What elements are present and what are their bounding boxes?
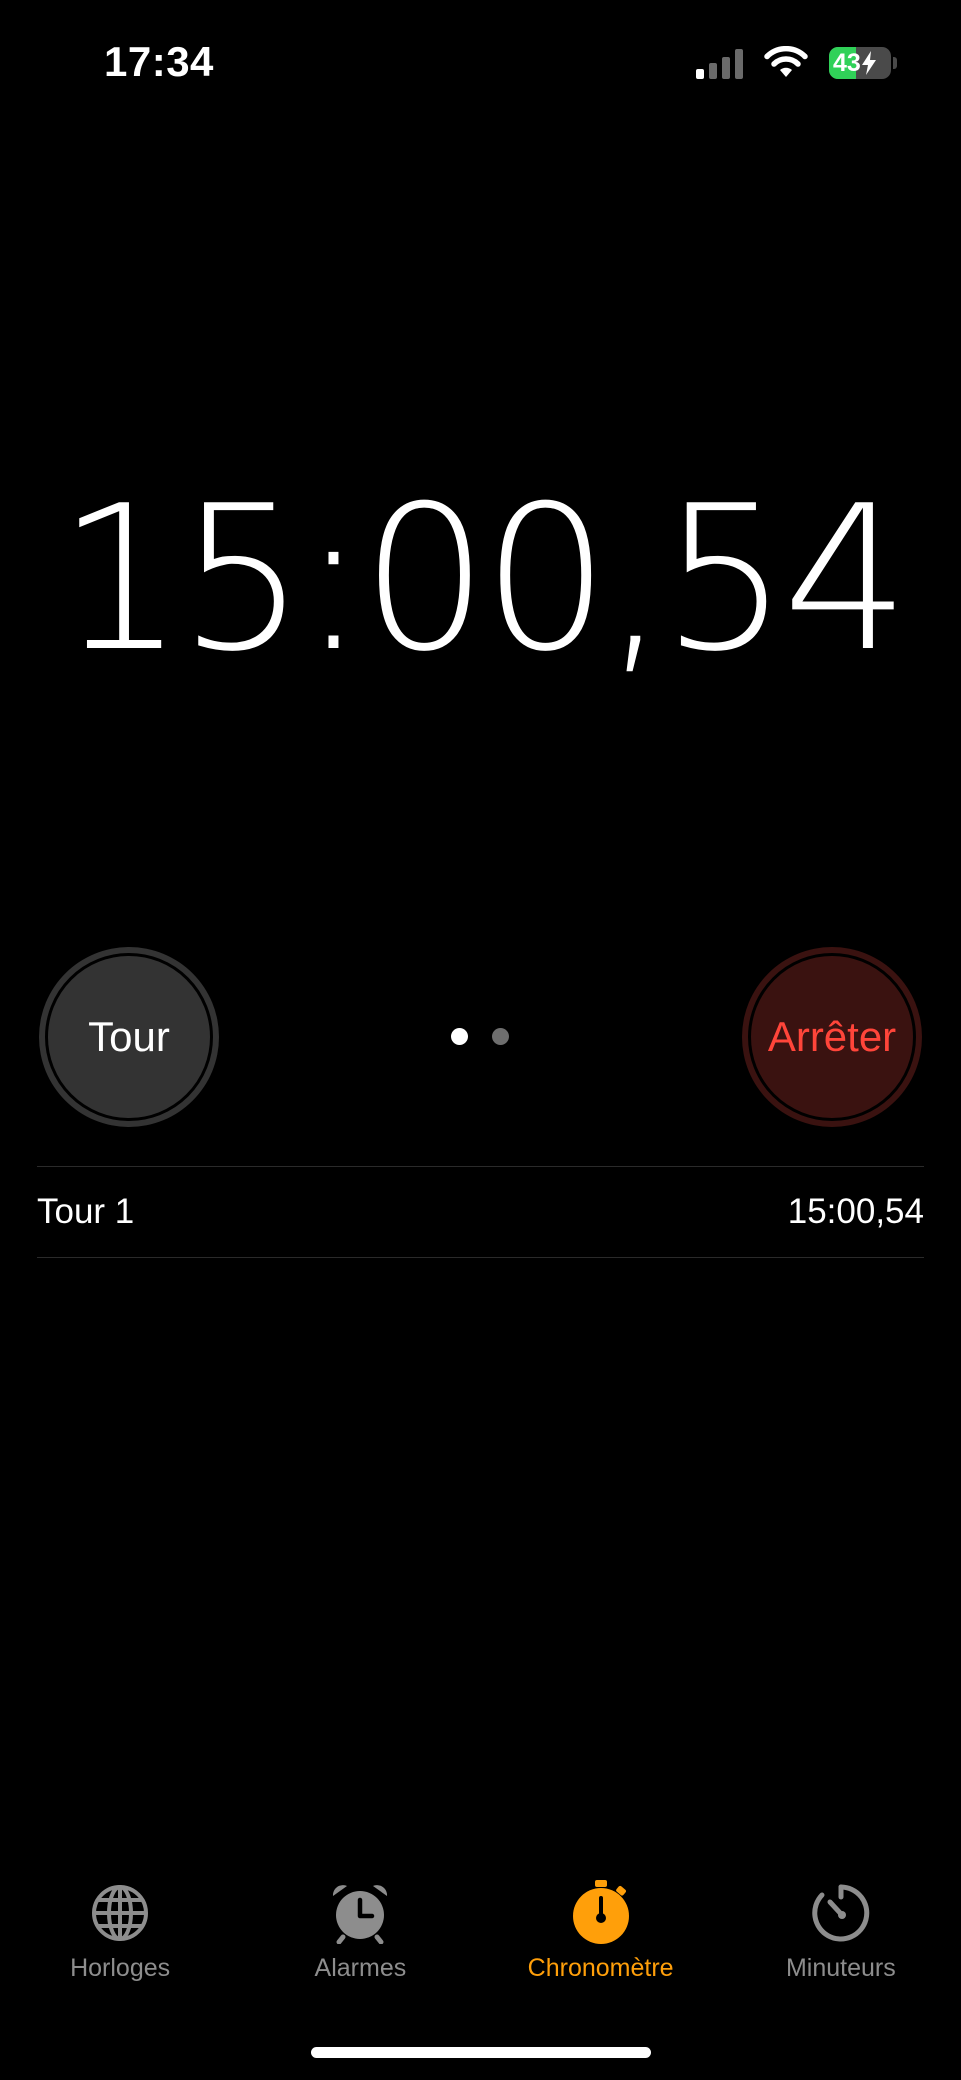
lap-time: 15:00,54: [787, 1192, 924, 1231]
lap-label: Tour 1: [37, 1192, 135, 1231]
status-icons: 43: [696, 46, 897, 80]
lap-button[interactable]: Tour: [39, 947, 219, 1127]
lap-button-label: Tour: [88, 1013, 170, 1060]
lap-list: Tour 1 15:00,54: [37, 1166, 924, 1258]
page-dot-2[interactable]: [492, 1028, 509, 1045]
status-bar: 17:34 43: [0, 0, 961, 130]
tab-chronometre[interactable]: Chronomètre: [481, 1880, 721, 2010]
tab-minuteurs[interactable]: Minuteurs: [721, 1880, 961, 2010]
lap-row: Tour 1 15:00,54: [37, 1167, 924, 1257]
stop-button-label: Arrêter: [767, 1013, 897, 1060]
stopwatch-display: 15:00,54: [57, 463, 909, 696]
tab-alarmes[interactable]: Alarmes: [240, 1880, 480, 2010]
bolt-icon: [861, 51, 876, 75]
globe-icon: [92, 1885, 149, 1941]
stop-button[interactable]: Arrêter: [742, 947, 922, 1127]
page-indicator[interactable]: [451, 1028, 509, 1045]
wifi-icon: [764, 46, 808, 77]
stopwatch-icon: [572, 1880, 629, 1944]
home-indicator[interactable]: [311, 2047, 651, 2058]
page-dot-1[interactable]: [451, 1028, 468, 1045]
divider: [37, 1257, 924, 1258]
status-time: 17:34: [104, 38, 214, 85]
timer-icon: [812, 1884, 870, 1942]
battery-charging-icon: 43: [829, 47, 897, 79]
tab-bar: Horloges Alarmes Chronomètre Minuteurs: [0, 1880, 961, 2010]
battery-level: 43: [833, 49, 861, 77]
cellular-signal-icon: [696, 47, 743, 79]
tab-label: Chronomètre: [527, 1954, 674, 1982]
tab-label: Minuteurs: [785, 1954, 896, 1982]
tab-label: Horloges: [70, 1954, 171, 1982]
tab-horloges[interactable]: Horloges: [0, 1880, 240, 2010]
alarm-clock-icon: [333, 1885, 388, 1944]
tab-label: Alarmes: [314, 1954, 407, 1982]
